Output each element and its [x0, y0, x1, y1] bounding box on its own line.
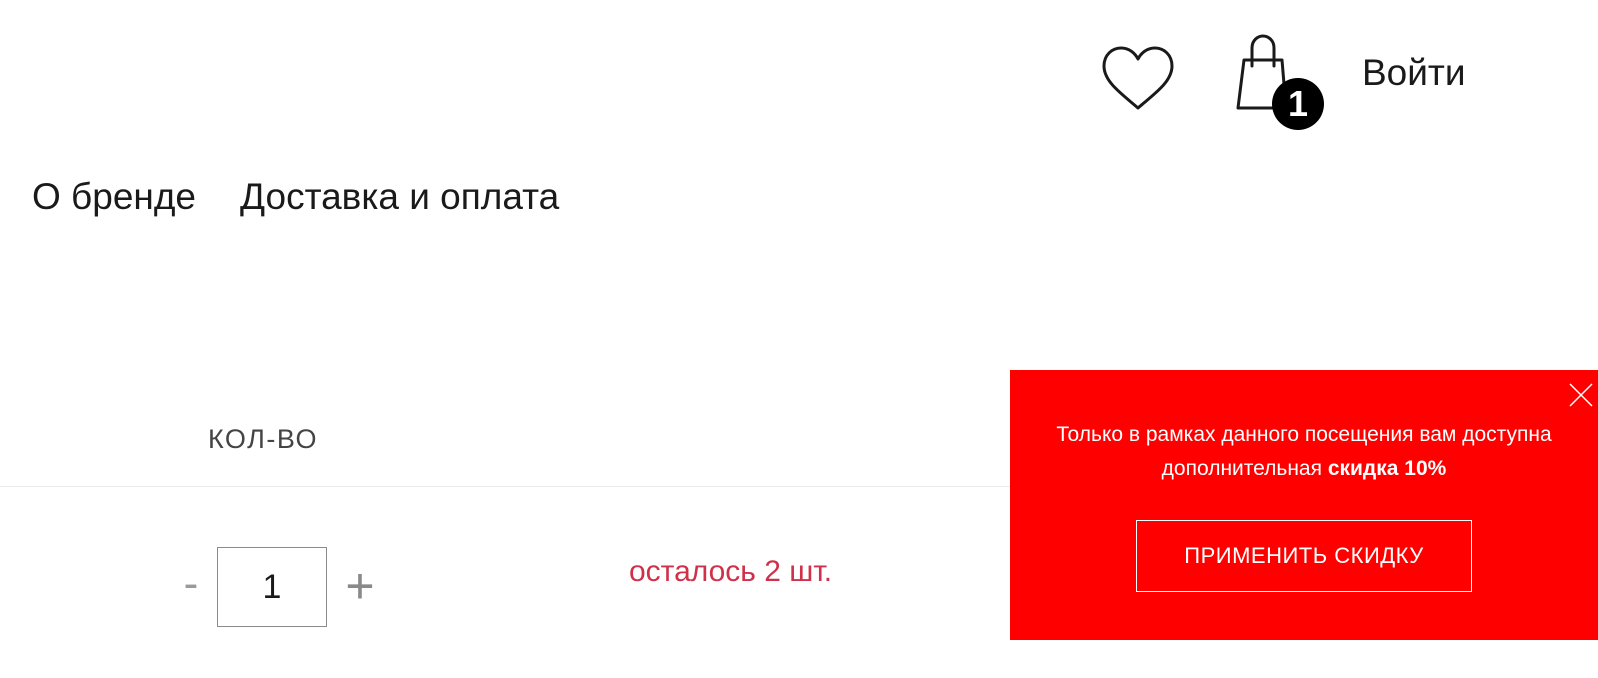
heart-icon	[1102, 46, 1174, 110]
quantity-decrease-button[interactable]: -	[176, 562, 206, 606]
discount-message: Только в рамках данного посещения вам до…	[1010, 418, 1598, 486]
wishlist-button[interactable]	[1098, 42, 1178, 114]
apply-discount-button[interactable]: ПРИМЕНИТЬ СКИДКУ	[1136, 520, 1472, 592]
main-nav: О бренде Доставка и оплата	[32, 176, 559, 218]
cart-button[interactable]: 1	[1232, 34, 1332, 134]
discount-popup: Только в рамках данного посещения вам до…	[1010, 370, 1598, 640]
close-popup-button[interactable]	[1568, 382, 1594, 408]
discount-amount: скидка 10%	[1327, 457, 1447, 480]
login-link[interactable]: Войти	[1362, 52, 1466, 94]
close-icon	[1569, 383, 1593, 407]
quantity-column-header: КОЛ-ВО	[208, 424, 318, 454]
cart-count-badge: 1	[1272, 78, 1324, 130]
nav-item-about-brand[interactable]: О бренде	[32, 176, 196, 218]
nav-item-delivery-payment[interactable]: Доставка и оплата	[240, 176, 559, 218]
table-divider	[0, 486, 1010, 487]
quantity-input[interactable]	[217, 547, 327, 627]
quantity-increase-button[interactable]: +	[340, 561, 380, 611]
stock-remaining-note: осталось 2 шт.	[629, 555, 833, 588]
discount-message-text: Только в рамках данного посещения вам до…	[1056, 423, 1552, 480]
